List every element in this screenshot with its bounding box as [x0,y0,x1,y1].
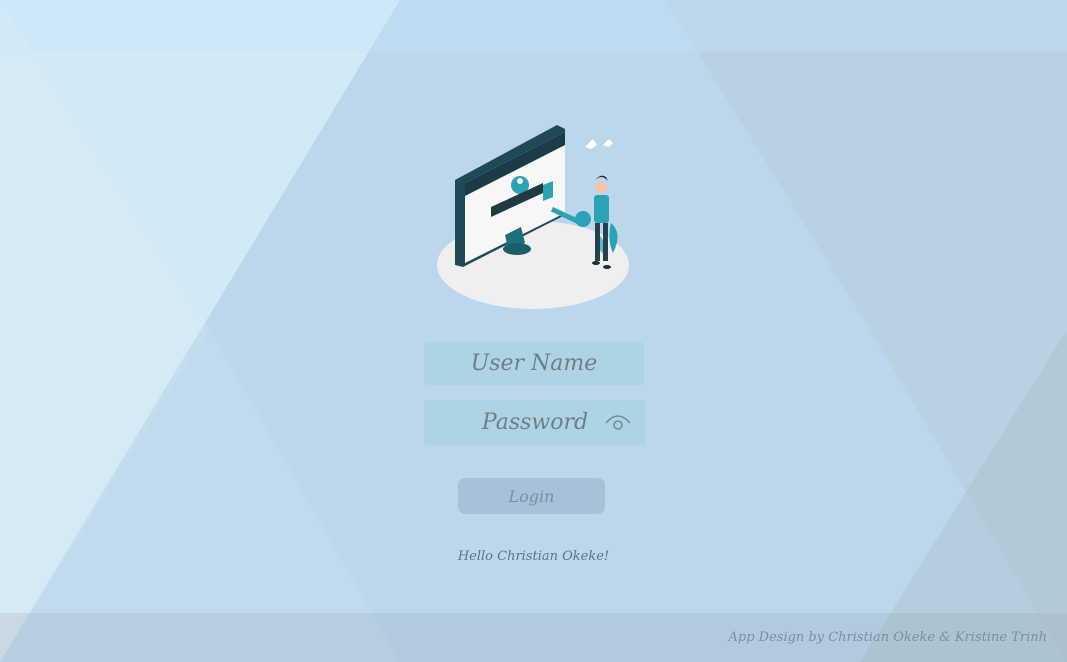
footer-credit: App Design by Christian Okeke & Kristine… [728,630,1048,645]
password-placeholder: Password [481,410,589,435]
eye-icon[interactable] [604,411,632,435]
login-illustration: Sign Login [437,125,629,309]
username-field[interactable]: User Name [424,342,644,385]
username-placeholder: User Name [470,351,598,376]
login-button[interactable]: Login [458,478,605,514]
greeting-text: Hello Christian Okeke! [457,549,610,564]
login-button-label: Login [508,486,555,506]
top-band [0,0,1067,52]
